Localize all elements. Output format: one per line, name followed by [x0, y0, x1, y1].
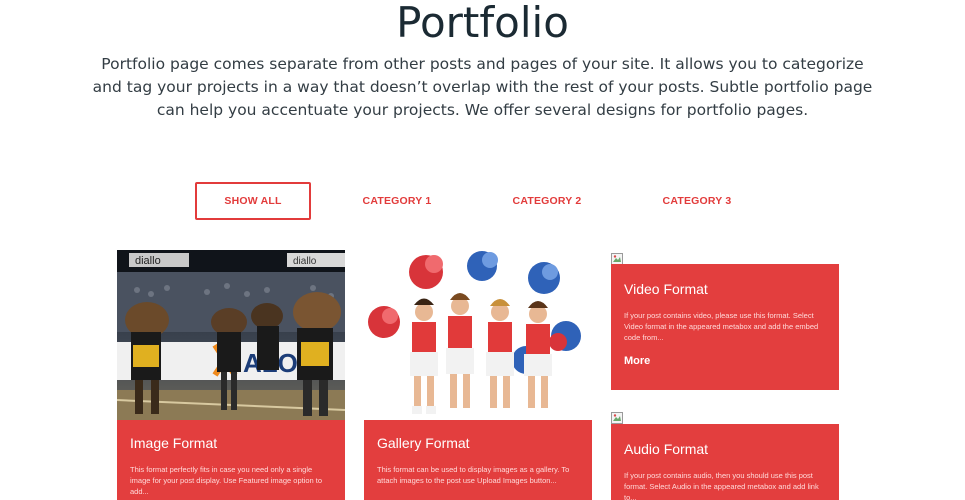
- card-info-panel: Audio Format If your post contains audio…: [611, 424, 839, 500]
- card-info-panel: Video Format If your post contains video…: [611, 264, 839, 390]
- card-info-panel: Gallery Format This format can be used t…: [364, 420, 592, 500]
- portfolio-intro-text: Portfolio page comes separate from other…: [92, 55, 873, 119]
- filter-category-3[interactable]: CATEGORY 3: [646, 182, 748, 220]
- filter-category-2[interactable]: CATEGORY 2: [496, 182, 598, 220]
- basketball-cheerleaders-photo[interactable]: diallo diallo ALO: [117, 250, 345, 420]
- card-title[interactable]: Audio Format: [624, 440, 826, 458]
- card-description: This format can be used to display image…: [377, 465, 570, 485]
- card-title[interactable]: Video Format: [624, 280, 826, 298]
- card-description: If your post contains video, please use …: [624, 311, 819, 342]
- more-link[interactable]: More: [624, 355, 650, 367]
- svg-text:diallo: diallo: [135, 255, 161, 267]
- cheerleaders-pompoms-photo[interactable]: [364, 250, 592, 420]
- broken-image-icon: [611, 409, 623, 424]
- broken-image-icon: [611, 250, 623, 265]
- svg-text:diallo: diallo: [293, 256, 317, 267]
- portfolio-card-image-format[interactable]: diallo diallo ALO: [117, 250, 345, 500]
- card-description: If your post contains audio, then you sh…: [624, 471, 819, 500]
- card-title[interactable]: Image Format: [130, 434, 332, 452]
- portfolio-card-gallery-format[interactable]: Gallery Format This format can be used t…: [364, 250, 592, 500]
- card-title[interactable]: Gallery Format: [377, 434, 579, 452]
- card-info-panel: Image Format This format perfectly fits …: [117, 420, 345, 500]
- filter-show-all[interactable]: SHOW ALL: [195, 182, 311, 220]
- portfolio-card-audio-format[interactable]: Audio Format If your post contains audio…: [611, 409, 839, 500]
- filter-category-1[interactable]: CATEGORY 1: [346, 182, 448, 220]
- portfolio-card-video-format[interactable]: Video Format If your post contains video…: [611, 250, 839, 390]
- card-description: This format perfectly fits in case you n…: [130, 465, 323, 496]
- portfolio-filter-bar: SHOW ALL CATEGORY 1 CATEGORY 2 CATEGORY …: [0, 182, 965, 220]
- page-title: Portfolio: [396, 0, 569, 47]
